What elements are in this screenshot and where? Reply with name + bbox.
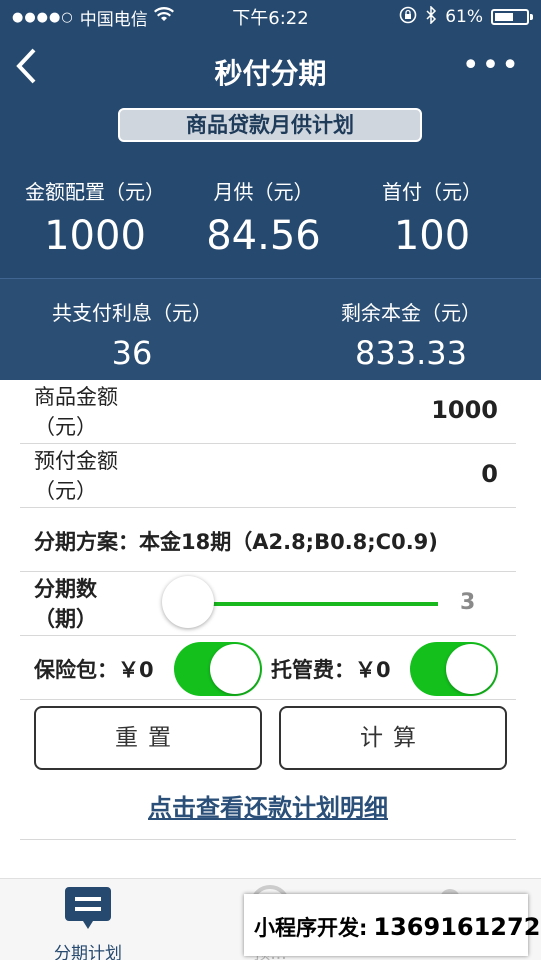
custody-toggle[interactable] <box>410 642 498 696</box>
tab-label: 分期计划 <box>54 944 122 960</box>
custody-label: 托管费：￥0 <box>271 658 391 682</box>
summary-stats-secondary: 共支付利息（元） 36 剩余本金（元） 833.33 <box>0 279 541 372</box>
summary-header-secondary: 共支付利息（元） 36 剩余本金（元） 833.33 <box>0 278 541 380</box>
goods-amount-row[interactable]: 商品金额（元） 1000 <box>20 380 516 444</box>
more-button[interactable]: ••• <box>462 51 521 81</box>
summary-header: 商品贷款月供计划 金额配置（元） 1000 月供（元） 84.56 首付（元） … <box>0 106 541 278</box>
app-root: ●●●●○ 中国电信 下午6:22 61% 秒付分期 ••• 商品贷款月供计划 … <box>0 0 541 960</box>
repayment-detail-link[interactable]: 点击查看还款计划明细 <box>20 788 516 823</box>
nav-bar: 秒付分期 ••• <box>0 34 541 106</box>
promo-label: 小程序开发: <box>254 916 368 940</box>
goods-amount-value[interactable]: 1000 <box>431 396 498 424</box>
plan-row[interactable]: 分期方案：本金18期（A2.8;B0.8;C0.9) <box>20 508 516 572</box>
plan-text: 分期方案：本金18期（A2.8;B0.8;C0.9) <box>34 530 438 554</box>
toggle-knob <box>210 644 260 694</box>
prepay-amount-label: 预付金额（元） <box>34 449 118 503</box>
stat-interest: 共支付利息（元） 36 <box>52 297 212 372</box>
stat-label: 月供（元） <box>213 180 314 204</box>
stat-label: 首付（元） <box>382 180 482 204</box>
goods-amount-label: 商品金额（元） <box>34 385 118 439</box>
stat-remaining-principal: 剩余本金（元） 833.33 <box>341 297 481 372</box>
plan-title-button[interactable]: 商品贷款月供计划 <box>118 108 422 142</box>
stat-label: 剩余本金（元） <box>341 301 481 325</box>
stat-amount: 金额配置（元） 1000 <box>20 176 170 259</box>
installments-slider-thumb[interactable] <box>162 576 214 628</box>
installments-value: 3 <box>460 590 476 615</box>
stat-value: 1000 <box>44 213 146 259</box>
stat-value: 833.33 <box>355 334 467 372</box>
stat-value: 36 <box>111 334 153 372</box>
stat-downpayment: 首付（元） 100 <box>357 176 507 259</box>
stat-label: 金额配置（元） <box>25 180 165 204</box>
stat-label: 共支付利息（元） <box>52 301 212 325</box>
insurance-toggle[interactable] <box>174 642 262 696</box>
summary-stats: 金额配置（元） 1000 月供（元） 84.56 首付（元） 100 <box>0 176 541 259</box>
tab-installment-plan[interactable]: 分期计划 <box>28 883 148 960</box>
fees-row: 保险包：￥0 托管费：￥0 <box>20 636 516 700</box>
status-time: 下午6:22 <box>232 8 309 29</box>
status-bar: ●●●●○ 中国电信 下午6:22 61% <box>0 0 541 34</box>
reset-button[interactable]: 重置 <box>34 706 262 770</box>
action-buttons-row: 重置 计算 <box>20 700 516 780</box>
loan-form: 商品金额（元） 1000 预付金额（元） 0 分期方案：本金18期（A2.8;B… <box>20 380 516 840</box>
chat-list-icon <box>63 883 113 933</box>
insurance-label: 保险包：￥0 <box>34 658 154 682</box>
prepay-amount-value[interactable]: 0 <box>481 460 498 488</box>
installments-row: 分期数（期） 3 <box>20 572 516 636</box>
stat-monthly: 月供（元） 84.56 <box>189 176 339 259</box>
prepay-amount-row[interactable]: 预付金额（元） 0 <box>20 444 516 508</box>
promo-banner: 小程序开发: 13691612727 <box>244 894 541 956</box>
installments-slider-track[interactable] <box>190 602 438 606</box>
more-dots-icon: ••• <box>461 48 521 83</box>
stat-value: 84.56 <box>206 213 321 259</box>
page-title: 秒付分期 <box>214 57 327 90</box>
toggle-knob <box>446 644 496 694</box>
calculate-button[interactable]: 计算 <box>279 706 507 770</box>
battery-icon <box>491 9 533 25</box>
promo-phone: 13691612727 <box>373 913 541 941</box>
stat-value: 100 <box>393 213 471 259</box>
detail-link-row: 点击查看还款计划明细 <box>20 780 516 840</box>
installments-label: 分期数（期） <box>34 577 97 631</box>
